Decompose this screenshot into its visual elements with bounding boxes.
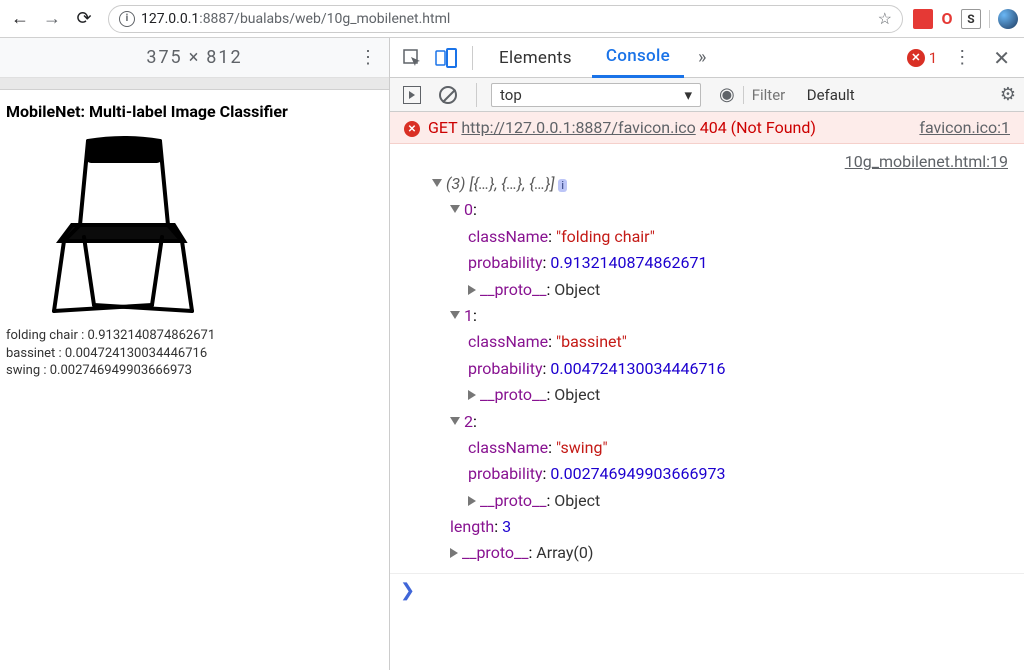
tab-console[interactable]: Console: [592, 38, 684, 78]
disclosure-triangle-icon[interactable]: [450, 417, 460, 425]
toggle-device-toolbar-icon[interactable]: [432, 44, 460, 72]
toggle-console-sidebar-icon[interactable]: [398, 81, 426, 109]
disclosure-triangle-icon[interactable]: [432, 179, 442, 187]
nav-forward-button: →: [38, 5, 66, 33]
console-object-tree[interactable]: (3) [{…}, {…}, {…}] i 0:className: "fold…: [404, 171, 1024, 567]
disclosure-triangle-icon[interactable]: [450, 205, 460, 213]
error-message: GET http://127.0.0.1:8887/favicon.ico 40…: [428, 118, 911, 137]
nav-back-button[interactable]: ←: [6, 5, 34, 33]
more-tabs-icon[interactable]: »: [690, 47, 714, 68]
extension-icon[interactable]: [913, 9, 933, 29]
console-prompt[interactable]: ❯: [390, 573, 1024, 607]
extension-icon[interactable]: S: [961, 9, 981, 29]
console-settings-icon[interactable]: ⚙: [1000, 84, 1016, 105]
info-badge-icon[interactable]: i: [558, 179, 567, 192]
clear-console-icon[interactable]: [434, 81, 462, 109]
disclosure-triangle-icon[interactable]: [450, 548, 458, 558]
error-count-badge[interactable]: ✕ 1: [907, 49, 937, 67]
browser-toolbar: ← → ⟳ i 127.0.0.1:8887/bualabs/web/10g_m…: [0, 0, 1024, 38]
log-source-link[interactable]: 10g_mobilenet.html:19: [845, 152, 1008, 171]
error-icon: ✕: [404, 121, 420, 137]
profile-avatar-icon[interactable]: [998, 9, 1018, 29]
error-source-link[interactable]: favicon.ico:1: [919, 118, 1010, 137]
extension-icon[interactable]: O: [937, 9, 957, 29]
ruler: [0, 78, 389, 90]
device-toolbar: 375×812 ⋮: [0, 38, 389, 78]
devtools-kebab-menu[interactable]: ⋮: [943, 47, 981, 68]
predictions-list: folding chair : 0.9132140874862671bassin…: [6, 327, 383, 380]
console-body: ✕ GET http://127.0.0.1:8887/favicon.ico …: [390, 112, 1024, 670]
console-filter-input[interactable]: [743, 86, 793, 104]
nav-reload-button[interactable]: ⟳: [70, 5, 98, 33]
site-info-icon[interactable]: i: [119, 11, 135, 27]
viewport-dimensions[interactable]: 375×812: [146, 47, 242, 68]
disclosure-triangle-icon[interactable]: [468, 390, 476, 400]
console-filter-bar: top▾ ◉ Default ⚙: [390, 78, 1024, 112]
inspect-element-icon[interactable]: [398, 44, 426, 72]
separator: [476, 83, 477, 107]
url-text: 127.0.0.1:8887/bualabs/web/10g_mobilenet…: [141, 11, 872, 27]
device-emulator-pane: 375×812 ⋮ MobileNet: Multi-label Image C…: [0, 38, 390, 670]
log-level-select[interactable]: Default: [807, 86, 855, 104]
devtools-panel: Elements Console » ✕ 1 ⋮ ✕ top▾ ◉ Defaul…: [390, 38, 1024, 670]
error-url-link[interactable]: http://127.0.0.1:8887/favicon.ico: [461, 118, 695, 137]
chair-image: [32, 129, 202, 319]
disclosure-triangle-icon[interactable]: [468, 496, 476, 506]
devtools-close-button[interactable]: ✕: [987, 46, 1016, 70]
disclosure-triangle-icon[interactable]: [468, 285, 476, 295]
console-error-row[interactable]: ✕ GET http://127.0.0.1:8887/favicon.ico …: [390, 112, 1024, 144]
live-expression-icon[interactable]: ◉: [719, 84, 735, 105]
page-title: MobileNet: Multi-label Image Classifier: [6, 102, 383, 121]
disclosure-triangle-icon[interactable]: [450, 311, 460, 319]
bookmark-star-icon[interactable]: ☆: [878, 9, 892, 28]
device-kebab-menu[interactable]: ⋮: [359, 47, 377, 68]
error-icon: ✕: [907, 49, 925, 67]
context-selector[interactable]: top▾: [491, 83, 701, 107]
address-bar[interactable]: i 127.0.0.1:8887/bualabs/web/10g_mobilen…: [108, 5, 903, 33]
devtools-tabbar: Elements Console » ✕ 1 ⋮ ✕: [390, 38, 1024, 78]
separator: [472, 46, 473, 70]
separator: [989, 10, 990, 28]
context-selector-value: top: [500, 86, 522, 104]
tab-elements[interactable]: Elements: [485, 38, 586, 78]
emulated-page: MobileNet: Multi-label Image Classifier: [0, 90, 389, 392]
